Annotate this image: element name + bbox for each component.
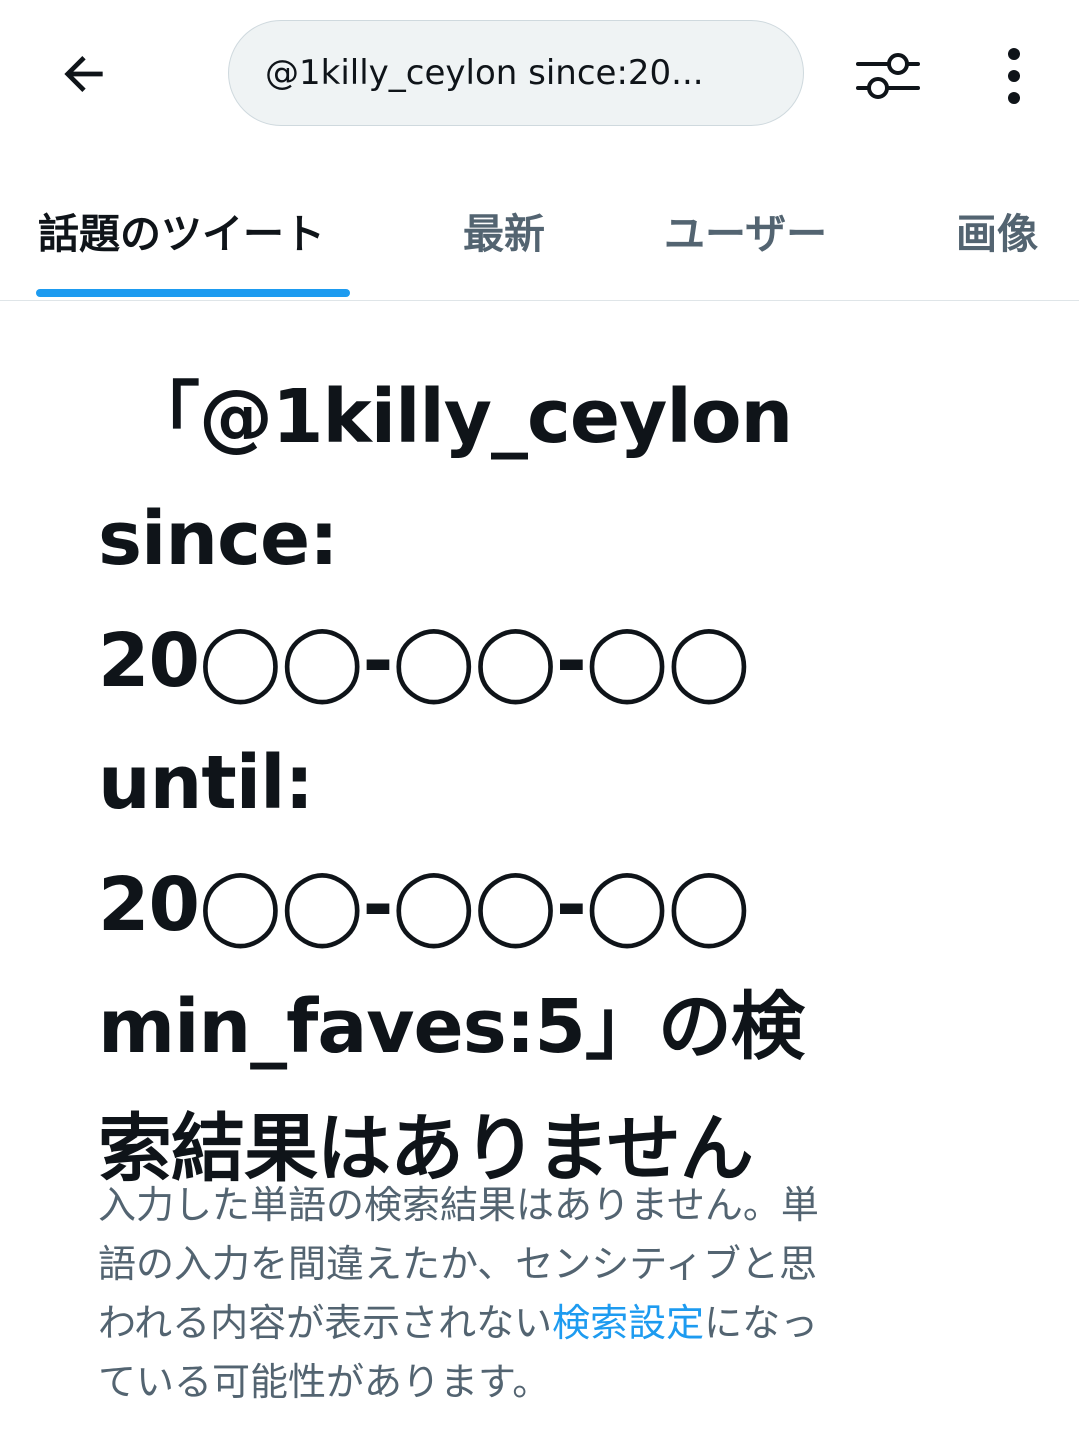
description-text: われる内容が表示されない — [98, 1301, 553, 1345]
back-button[interactable] — [44, 34, 124, 114]
arrow-left-icon — [64, 56, 103, 92]
description-line: ている可能性があります。 — [98, 1360, 551, 1404]
title-line: 20◯◯-◯◯-◯◯ — [98, 862, 750, 948]
empty-state-title: 「@1killy_ceylon since: 20◯◯-◯◯-◯◯ until:… — [98, 356, 958, 1210]
search-query-text: @1killy_ceylon since:20... — [265, 53, 704, 93]
search-tabs: 話題のツイート 最新 ユーザー 画像 — [0, 160, 1079, 301]
title-line: until: — [98, 740, 314, 826]
title-line: 「@1killy_ceylon — [126, 374, 793, 460]
search-input[interactable]: @1killy_ceylon since:20... — [228, 20, 804, 126]
top-app-bar: @1killy_ceylon since:20... — [0, 0, 1079, 150]
tab-photos[interactable]: 画像 — [956, 200, 1038, 260]
search-filter-button[interactable] — [846, 34, 930, 118]
tab-latest[interactable]: 最新 — [463, 200, 545, 260]
description-line: 語の入力を間違えたか、センシティブと思 — [98, 1242, 817, 1286]
description-line: 入力した単語の検索結果はありません。単 — [98, 1183, 819, 1227]
description-text: になっ — [704, 1301, 819, 1345]
search-settings-link[interactable]: 検索設定 — [552, 1301, 704, 1345]
active-tab-indicator — [36, 289, 350, 297]
tab-people[interactable]: ユーザー — [664, 200, 827, 260]
more-vertical-icon — [1008, 48, 1020, 104]
tab-top-tweets[interactable]: 話題のツイート — [38, 200, 325, 260]
title-line: 20◯◯-◯◯-◯◯ — [98, 618, 750, 704]
sliders-icon — [856, 53, 920, 99]
description-line: われる内容が表示されない検索設定になっ — [98, 1294, 978, 1353]
more-options-button[interactable] — [974, 34, 1054, 118]
empty-state-description: 入力した単語の検索結果はありません。単 語の入力を間違えたか、センシティブと思 … — [98, 1176, 978, 1412]
title-line: since: — [98, 496, 339, 582]
title-line: min_faves:5」の検 — [98, 984, 805, 1070]
